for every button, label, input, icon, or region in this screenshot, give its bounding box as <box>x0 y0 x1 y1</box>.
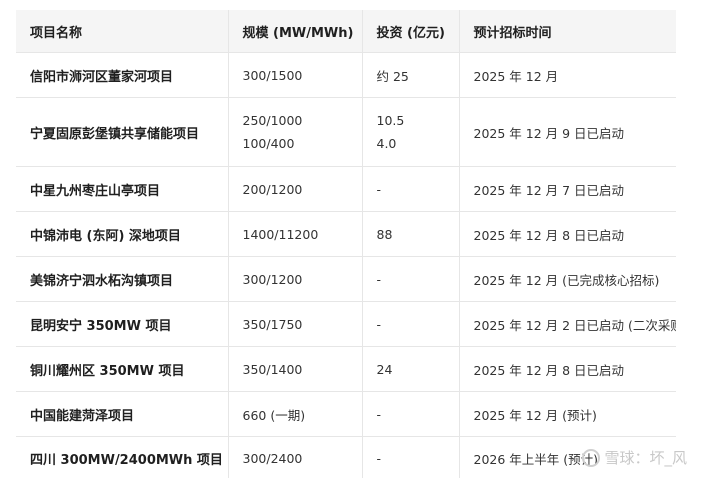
table-header-row: 项目名称 规模 (MW/MWh) 投资 (亿元) 预计招标时间 <box>16 10 676 53</box>
table-row: 中国能建菏泽项目 660 (一期) - 2025 年 12 月 (预计) <box>16 391 676 437</box>
scale-cell: 300/1200 <box>228 256 363 302</box>
projects-table: 项目名称 规模 (MW/MWh) 投资 (亿元) 预计招标时间 信阳市浉河区董家… <box>16 10 676 478</box>
header-investment: 投资 (亿元) <box>362 10 460 53</box>
header-project-name: 项目名称 <box>16 10 229 53</box>
investment-cell: - <box>362 301 460 347</box>
investment-cell: 88 <box>362 211 460 257</box>
investment-line: 10.5 <box>376 113 405 128</box>
investment-cell: - <box>362 436 460 478</box>
tender-time-cell: 2025 年 12 月 7 日已启动 <box>459 166 676 212</box>
tender-time-cell: 2025 年 12 月 <box>459 52 676 98</box>
project-name-cell: 中锦沛电 (东阿) 深地项目 <box>16 211 229 257</box>
table-row: 中星九州枣庄山亭项目 200/1200 - 2025 年 12 月 7 日已启动 <box>16 166 676 212</box>
snowball-logo-icon <box>582 448 601 467</box>
tender-time-cell: 2025 年 12 月 9 日已启动 <box>459 97 676 167</box>
investment-line: 4.0 <box>376 136 397 151</box>
project-name-cell: 铜川耀州区 350MW 项目 <box>16 346 229 392</box>
scale-cell: 1400/11200 <box>228 211 363 257</box>
header-scale: 规模 (MW/MWh) <box>228 10 363 53</box>
table-row: 中锦沛电 (东阿) 深地项目 1400/11200 88 2025 年 12 月… <box>16 211 676 257</box>
scale-line: 250/1000 <box>242 113 303 128</box>
table-row: 铜川耀州区 350MW 项目 350/1400 24 2025 年 12 月 8… <box>16 346 676 392</box>
table-row: 美锦济宁泗水柘沟镇项目 300/1200 - 2025 年 12 月 (已完成核… <box>16 256 676 302</box>
investment-cell: - <box>362 256 460 302</box>
tender-time-cell: 2025 年 12 月 (已完成核心招标) <box>459 256 676 302</box>
scale-cell: 200/1200 <box>228 166 363 212</box>
scale-cell: 350/1750 <box>228 301 363 347</box>
watermark-text: 雪球：坏_风 <box>604 449 687 467</box>
project-name-cell: 中星九州枣庄山亭项目 <box>16 166 229 212</box>
table-row: 信阳市浉河区董家河项目 300/1500 约 25 2025 年 12 月 <box>16 52 676 98</box>
project-name-cell: 信阳市浉河区董家河项目 <box>16 52 229 98</box>
watermark: 雪球：坏_风 <box>582 447 687 468</box>
tender-time-cell: 2025 年 12 月 8 日已启动 <box>459 346 676 392</box>
scale-cell: 300/1500 <box>228 52 363 98</box>
table-row: 宁夏固原彭堡镇共享储能项目 250/1000 100/400 10.5 4.0 … <box>16 97 676 167</box>
scale-cell: 300/2400 <box>228 436 363 478</box>
investment-cell: - <box>362 166 460 212</box>
scale-cell: 250/1000 100/400 <box>228 97 363 167</box>
scale-cell: 660 (一期) <box>228 391 363 437</box>
projects-table-container: 项目名称 规模 (MW/MWh) 投资 (亿元) 预计招标时间 信阳市浉河区董家… <box>16 10 676 478</box>
tender-time-cell: 2025 年 12 月 2 日已启动 (二次采购) <box>459 301 676 347</box>
project-name-cell: 美锦济宁泗水柘沟镇项目 <box>16 256 229 302</box>
investment-cell: 24 <box>362 346 460 392</box>
project-name-cell: 四川 300MW/2400MWh 项目 <box>16 436 229 478</box>
table-row: 四川 300MW/2400MWh 项目 300/2400 - 2026 年上半年… <box>16 436 676 478</box>
tender-time-cell: 2025 年 12 月 (预计) <box>459 391 676 437</box>
project-name-cell: 中国能建菏泽项目 <box>16 391 229 437</box>
project-name-cell: 宁夏固原彭堡镇共享储能项目 <box>16 97 229 167</box>
tender-time-cell: 2025 年 12 月 8 日已启动 <box>459 211 676 257</box>
investment-cell: - <box>362 391 460 437</box>
table-row: 昆明安宁 350MW 项目 350/1750 - 2025 年 12 月 2 日… <box>16 301 676 347</box>
investment-cell: 约 25 <box>362 52 460 98</box>
scale-line: 100/400 <box>242 136 295 151</box>
scale-cell: 350/1400 <box>228 346 363 392</box>
header-tender-time: 预计招标时间 <box>459 10 676 53</box>
project-name-cell: 昆明安宁 350MW 项目 <box>16 301 229 347</box>
investment-cell: 10.5 4.0 <box>362 97 460 167</box>
